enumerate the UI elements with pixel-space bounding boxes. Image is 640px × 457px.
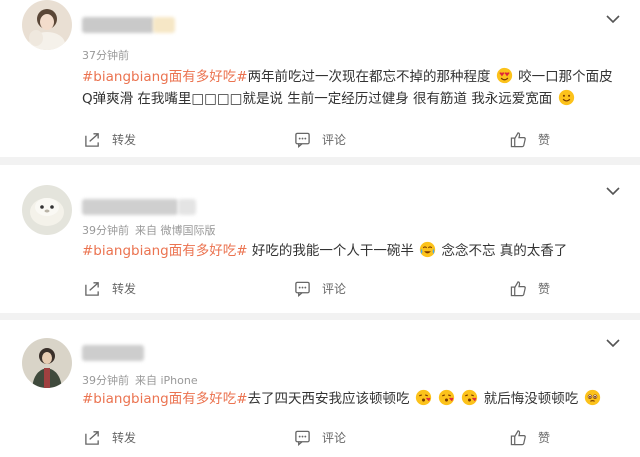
avatar[interactable] [22, 338, 72, 388]
forward-button[interactable]: 转发 [84, 425, 136, 449]
post-actions: 转发 评论 赞 [0, 276, 640, 300]
smile-emoji-icon [558, 89, 574, 106]
forward-button[interactable]: 转发 [84, 276, 136, 300]
username-redacted [153, 17, 175, 33]
weibo-comment-feed: 37分钟前 #biangbiang面有多好吃#两年前吃过一次现在都忘不掉的那种程… [0, 0, 640, 457]
thumbs-up-icon [510, 131, 526, 147]
comment-button[interactable]: 评论 [294, 425, 346, 449]
share-icon [85, 132, 99, 147]
post-actions: 转发 评论 赞 [0, 127, 640, 151]
post-meta: 39分钟前 来自 微博国际版 [82, 222, 222, 238]
username-redacted[interactable] [82, 199, 178, 215]
chevron-down-icon[interactable] [606, 186, 620, 196]
post-text: #biangbiang面有多好吃#两年前吃过一次现在都忘不掉的那种程度 咬一口那… [82, 67, 613, 107]
post-time: 37分钟前 [82, 49, 129, 62]
username-redacted[interactable] [82, 345, 144, 361]
comment-icon [295, 281, 310, 297]
avatar[interactable] [22, 0, 72, 50]
username-redacted[interactable] [82, 17, 154, 33]
share-icon [85, 430, 99, 445]
comment-icon [295, 132, 310, 148]
hashtag-link[interactable]: #biangbiang面有多好吃# [82, 243, 248, 259]
like-button[interactable]: 赞 [510, 127, 550, 151]
kiss-emoji-icon [439, 389, 455, 406]
post-time: 39分钟前 [82, 224, 129, 237]
thumbs-up-icon [510, 429, 526, 445]
post-time: 39分钟前 [82, 374, 129, 387]
post-text: #biangbiang面有多好吃# 好吃的我能一个人干一碗半 念念不忘 真的太香… [82, 241, 568, 259]
post-actions: 转发 评论 赞 [0, 425, 640, 449]
forward-button[interactable]: 转发 [84, 127, 136, 151]
post-text: #biangbiang面有多好吃#去了四天西安我应该顿顿吃 就后悔没顿顿吃 [82, 388, 622, 410]
comment-button[interactable]: 评论 [294, 127, 346, 151]
chevron-down-icon[interactable] [606, 338, 620, 348]
post-meta: 39分钟前 来自 iPhone [82, 372, 204, 388]
post-source: 来自 微博国际版 [135, 224, 216, 237]
share-icon [85, 281, 99, 296]
post-source: 来自 iPhone [135, 374, 198, 387]
hashtag-link[interactable]: #biangbiang面有多好吃# [82, 391, 248, 407]
kiss-emoji-icon [415, 389, 432, 406]
heart-eyes-emoji-icon [496, 67, 513, 84]
comment-button[interactable]: 评论 [294, 276, 346, 300]
post-meta: 37分钟前 [82, 47, 135, 63]
username-redacted [178, 199, 196, 215]
crying-laughing-emoji-icon [420, 241, 436, 258]
chevron-down-icon[interactable] [606, 14, 620, 24]
thumbs-up-icon [510, 280, 526, 296]
comment-icon [295, 430, 310, 446]
kiss-emoji-icon [462, 389, 478, 406]
pleading-emoji-icon [584, 389, 600, 406]
like-button[interactable]: 赞 [510, 425, 550, 449]
hashtag-link[interactable]: #biangbiang面有多好吃# [82, 69, 248, 85]
like-button[interactable]: 赞 [510, 276, 550, 300]
avatar[interactable] [22, 185, 72, 235]
